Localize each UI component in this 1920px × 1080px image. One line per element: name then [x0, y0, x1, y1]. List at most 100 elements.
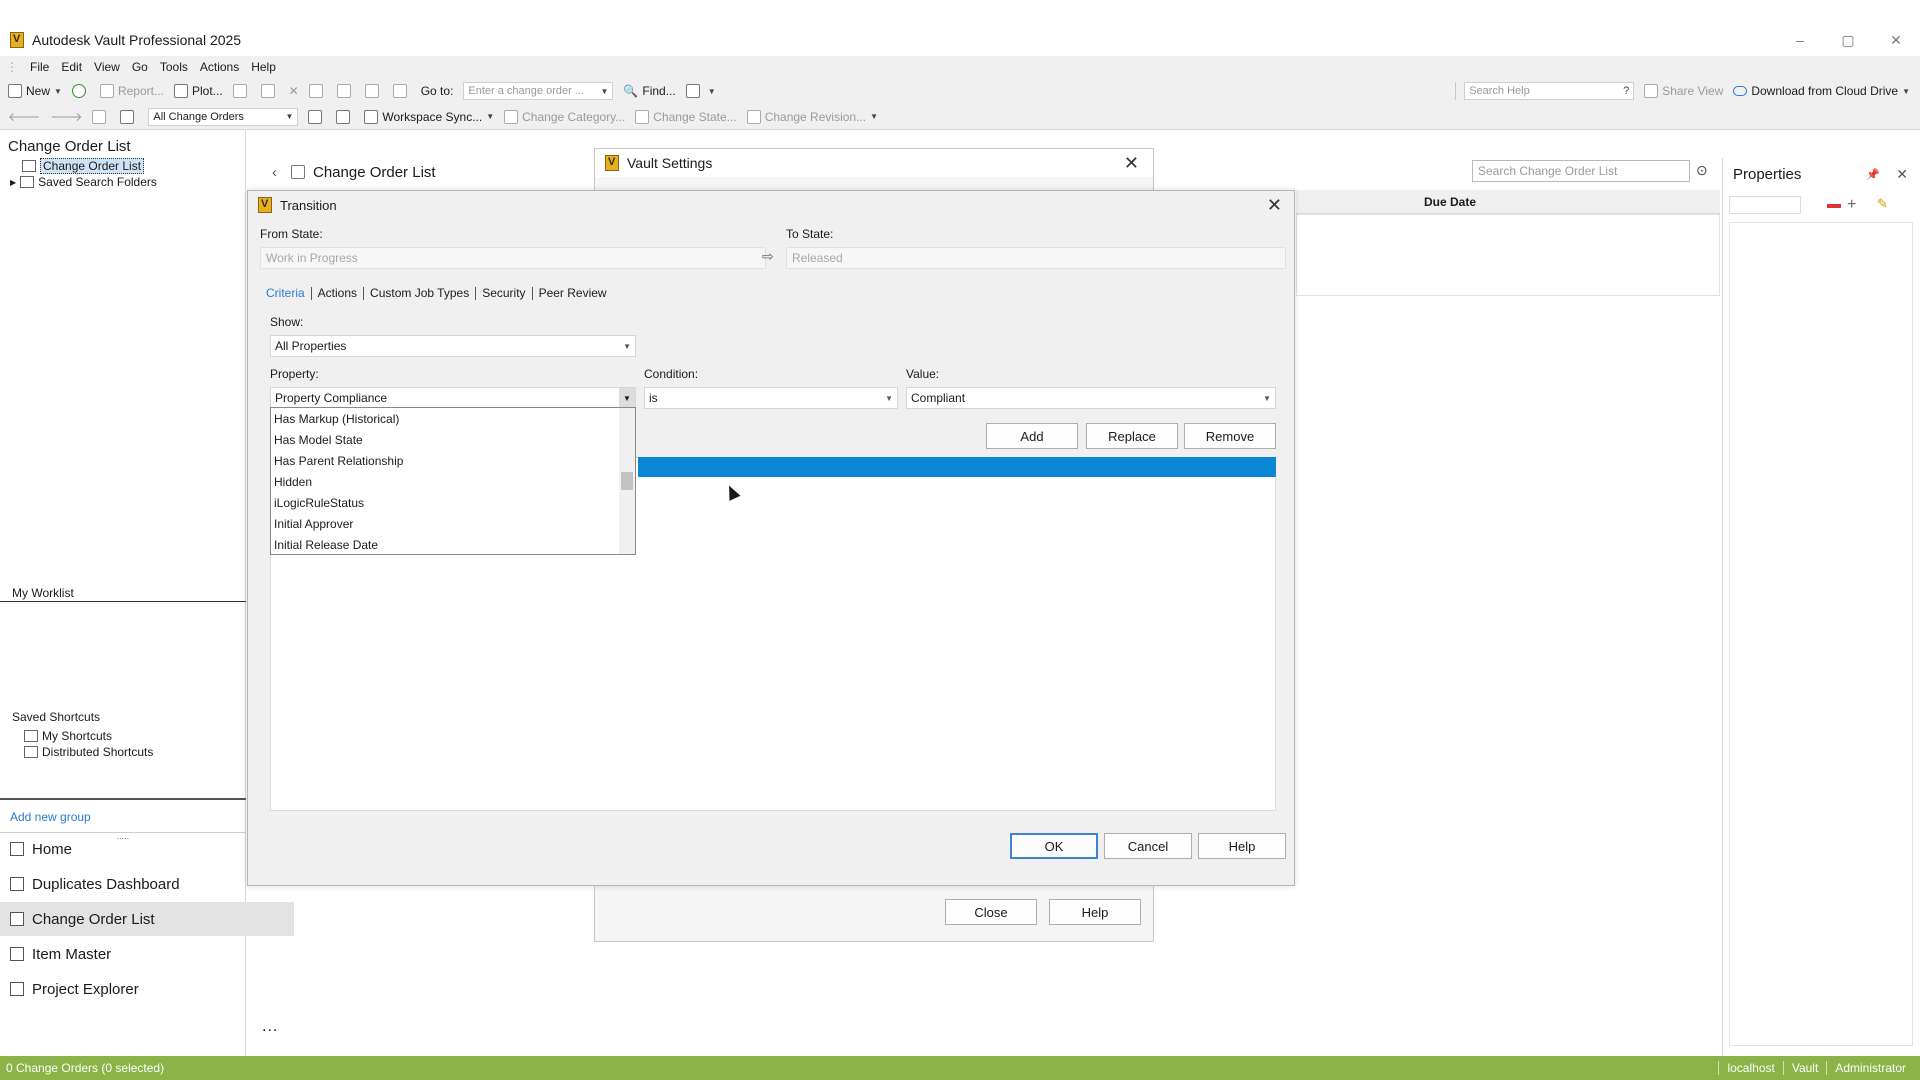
nav-item-master[interactable]: Item Master: [0, 937, 294, 971]
paste-button[interactable]: [364, 84, 383, 98]
nav-project-explorer[interactable]: Project Explorer: [0, 972, 294, 1006]
dropdown-item[interactable]: Hidden: [271, 471, 635, 492]
print-preview-button[interactable]: [260, 84, 279, 98]
transition-dialog: Transition ✕ From State: Work in Progres…: [247, 190, 1295, 886]
nav-change-order-list[interactable]: Change Order List: [0, 902, 294, 936]
dropdown-scrollbar[interactable]: [619, 408, 635, 554]
property-select[interactable]: Property Compliance ▼: [270, 387, 636, 409]
saved-shortcuts-header[interactable]: Saved Shortcuts: [0, 710, 246, 726]
tree-item-change-order-list[interactable]: Change Order List: [10, 158, 157, 174]
search-options-icon[interactable]: ⊙: [1696, 162, 1708, 179]
copy-button[interactable]: [336, 84, 355, 98]
value-select[interactable]: Compliant ▼: [906, 387, 1276, 409]
nav-label: Duplicates Dashboard: [32, 875, 180, 893]
show-select[interactable]: All Properties ▼: [270, 335, 636, 357]
layout-button[interactable]: ▼: [685, 84, 716, 98]
project-explorer-icon: [10, 982, 24, 996]
shortcut-distributed-shortcuts[interactable]: Distributed Shortcuts: [24, 744, 153, 760]
add-button[interactable]: Add: [986, 423, 1078, 449]
more-nav-button[interactable]: ...: [262, 1018, 278, 1036]
vault-settings-close-icon[interactable]: ✕: [1124, 153, 1139, 174]
change-order-filter-select[interactable]: All Change Orders ▼: [148, 107, 299, 126]
workspace-sync-button[interactable]: Workspace Sync... ▼: [364, 109, 494, 124]
report-button[interactable]: Report...: [99, 84, 164, 98]
tab-peer-review[interactable]: Peer Review: [533, 287, 613, 300]
restore-button[interactable]: ▢: [1824, 24, 1872, 56]
tab-security[interactable]: Security: [476, 287, 533, 300]
ok-button[interactable]: OK: [1010, 833, 1098, 859]
change-category-button[interactable]: Change Category...: [504, 109, 625, 124]
add-new-group-link[interactable]: Add new group: [10, 810, 91, 824]
criteria-grid-header-selected[interactable]: [638, 457, 1276, 477]
back-button[interactable]: 🡐: [8, 109, 40, 124]
pin-icon[interactable]: 📌: [1866, 168, 1880, 181]
minimize-button[interactable]: –: [1776, 24, 1824, 56]
tab-criteria[interactable]: Criteria: [264, 287, 312, 300]
change-order-search-input[interactable]: Search Change Order List: [1472, 160, 1690, 182]
chevron-down-icon[interactable]: ▼: [619, 388, 635, 408]
collapse-arrow-icon[interactable]: ‹: [272, 164, 277, 181]
my-worklist-header[interactable]: My Worklist: [0, 586, 246, 602]
paste-special-button[interactable]: [392, 84, 411, 98]
menu-tools[interactable]: Tools: [154, 60, 194, 74]
tab-custom-job-types[interactable]: Custom Job Types: [364, 287, 477, 300]
dropdown-item[interactable]: Initial Release Date: [271, 534, 635, 554]
properties-select[interactable]: [1729, 196, 1801, 214]
goto-input[interactable]: Enter a change order ... ▼: [463, 82, 614, 100]
share-view-button[interactable]: Share View: [1644, 84, 1723, 98]
tree-item-saved-search-folders[interactable]: ▶ Saved Search Folders: [10, 174, 157, 190]
add-property-icon[interactable]: +: [1847, 196, 1856, 214]
change-category-icon: [504, 109, 519, 124]
due-date-column-header[interactable]: Due Date: [1296, 190, 1720, 214]
download-cloud-button[interactable]: Download from Cloud Drive ▼: [1733, 84, 1910, 98]
close-window-button[interactable]: ✕: [1872, 24, 1920, 56]
search-help-input[interactable]: Search Help?: [1464, 82, 1635, 100]
filter-value: All Change Orders: [153, 110, 244, 123]
value-value: Compliant: [911, 391, 966, 405]
vault-settings-help-button[interactable]: Help: [1049, 899, 1141, 925]
change-state-button[interactable]: Change State...: [635, 109, 737, 124]
change-revision-button[interactable]: Change Revision... ▼: [746, 109, 878, 124]
condition-value: is: [649, 391, 658, 405]
dropdown-item[interactable]: Initial Approver: [271, 513, 635, 534]
properties-close-icon[interactable]: ✕: [1896, 166, 1908, 183]
menu-file[interactable]: File: [24, 60, 55, 74]
condition-select[interactable]: is ▼: [644, 387, 898, 409]
nav-label: Project Explorer: [32, 980, 139, 998]
help-button[interactable]: Help: [1198, 833, 1286, 859]
up-folder-button[interactable]: [92, 109, 110, 124]
menu-help[interactable]: Help: [245, 60, 282, 74]
list-view-button[interactable]: [308, 109, 326, 124]
sync-settings-button[interactable]: [336, 109, 354, 124]
menu-actions[interactable]: Actions: [194, 60, 245, 74]
menu-view[interactable]: View: [88, 60, 126, 74]
delete-button[interactable]: ✕: [289, 84, 299, 98]
menu-go[interactable]: Go: [126, 60, 154, 74]
remove-property-icon[interactable]: [1827, 204, 1841, 208]
transition-close-icon[interactable]: ✕: [1267, 195, 1282, 216]
tab-actions[interactable]: Actions: [312, 287, 365, 300]
remove-button[interactable]: Remove: [1184, 423, 1276, 449]
forward-button[interactable]: 🡒: [50, 109, 82, 124]
find-button[interactable]: 🔍 Find...: [623, 84, 675, 98]
edit-pencil-icon[interactable]: ✎: [1877, 196, 1888, 212]
cut-button[interactable]: [308, 84, 327, 98]
dropdown-item[interactable]: Has Markup (Historical): [271, 408, 635, 429]
cancel-button[interactable]: Cancel: [1104, 833, 1192, 859]
toggle-pane-button[interactable]: [120, 109, 138, 124]
new-button[interactable]: New ▼: [8, 84, 62, 98]
dropdown-item[interactable]: Has Model State: [271, 429, 635, 450]
plot-button[interactable]: Plot...: [173, 84, 223, 98]
distributed-icon: [24, 746, 38, 758]
vault-settings-close-button[interactable]: Close: [945, 899, 1037, 925]
dropdown-item[interactable]: iLogicRuleStatus: [271, 492, 635, 513]
replace-button[interactable]: Replace: [1086, 423, 1178, 449]
refresh-button[interactable]: [71, 84, 90, 98]
secondary-toolbar: 🡐 🡒 All Change Orders ▼ Workspace Sync...…: [0, 104, 1920, 130]
dropdown-item[interactable]: Has Parent Relationship: [271, 450, 635, 471]
print-button[interactable]: [232, 84, 251, 98]
vault-logo-icon: [605, 155, 619, 171]
menu-edit[interactable]: Edit: [55, 60, 88, 74]
scrollbar-thumb[interactable]: [621, 472, 633, 490]
shortcut-my-shortcuts[interactable]: My Shortcuts: [24, 728, 153, 744]
